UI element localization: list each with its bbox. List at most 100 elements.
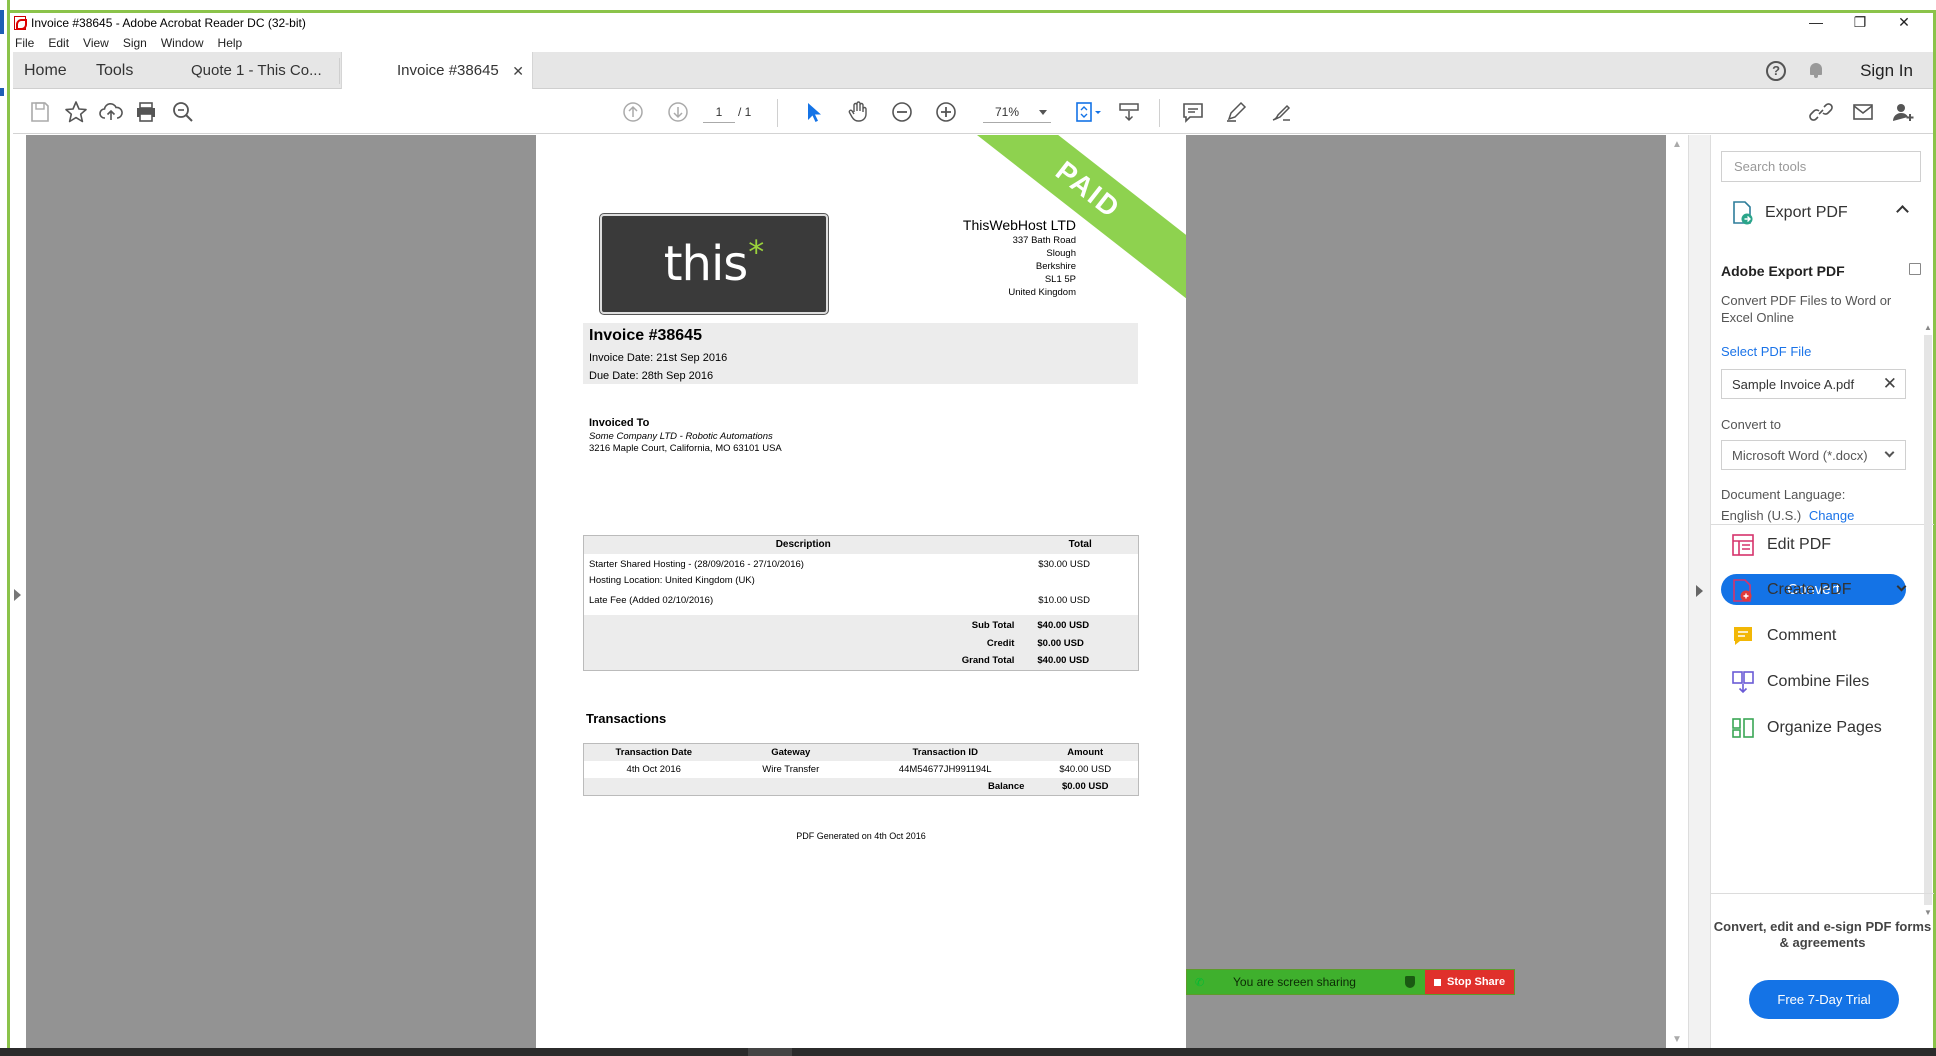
notification-bell-icon[interactable]	[1808, 62, 1824, 79]
invoice-title: Invoice #38645	[589, 327, 702, 344]
zoom-level-select[interactable]: 71%	[983, 101, 1051, 123]
free-trial-button[interactable]: Free 7-Day Trial	[1749, 980, 1899, 1019]
selected-file-field[interactable]: Sample Invoice A.pdf ✕	[1721, 369, 1906, 399]
sign-icon[interactable]	[1268, 100, 1294, 124]
menu-edit[interactable]: Edit	[48, 36, 69, 50]
organize-pages-icon	[1732, 718, 1754, 738]
chevron-down-icon	[1884, 447, 1895, 458]
upload-cloud-icon[interactable]	[98, 100, 124, 124]
right-pane-toggle[interactable]	[1688, 135, 1710, 1048]
page-number-input[interactable]: 1	[703, 101, 735, 123]
logo-star: *	[748, 233, 765, 271]
menu-help[interactable]: Help	[218, 36, 243, 50]
totals-block: Sub Total $40.00 USD Credit $0.00 USD Gr…	[584, 615, 1138, 670]
convert-to-select[interactable]: Microsoft Word (*.docx)	[1721, 440, 1906, 470]
table-row: Late Fee (Added 02/10/2016) $10.00 USD	[584, 593, 1138, 609]
chevron-down-icon[interactable]	[1896, 581, 1907, 592]
tab-separator	[339, 58, 340, 84]
chevron-up-icon[interactable]	[1896, 205, 1909, 218]
tab-invoice-document[interactable]: Invoice #38645 ✕	[341, 52, 533, 89]
sign-in-button[interactable]: Sign In	[1860, 61, 1913, 81]
highlight-pen-icon[interactable]	[1223, 100, 1249, 124]
scroll-down-icon[interactable]: ▼	[1671, 1034, 1683, 1045]
document-scrollbar[interactable]: ▲ ▼	[1666, 135, 1688, 1048]
hand-icon[interactable]	[845, 100, 871, 124]
invoiced-to-company: Some Company LTD - Robotic Automations	[589, 431, 773, 442]
grand-total-label: Grand Total	[961, 655, 1015, 666]
tool-edit-pdf[interactable]: Edit PDF	[1721, 530, 1921, 560]
panel-divider	[1711, 524, 1934, 525]
select-arrow-icon[interactable]	[800, 100, 826, 124]
save-icon[interactable]	[27, 100, 53, 124]
scroll-mode-icon[interactable]	[1116, 100, 1142, 124]
print-icon[interactable]	[133, 100, 159, 124]
page-total: / 1	[738, 105, 752, 119]
left-screen-edge	[0, 0, 10, 1056]
zoom-level-value: 71%	[995, 105, 1020, 119]
pdf-page: PAID this * ThisWebHost LTD 337 Bath Road…	[536, 135, 1186, 1048]
edge-marker	[0, 10, 4, 34]
company-name: ThisWebHost LTD	[962, 217, 1076, 233]
tab-quote-document[interactable]: Quote 1 - This Co...	[191, 52, 338, 89]
page-up-icon[interactable]	[620, 100, 646, 124]
search-tools-input[interactable]: Search tools	[1721, 151, 1921, 182]
table-row: Starter Shared Hosting - (28/09/2016 - 2…	[584, 557, 1138, 573]
total-header: Total	[1068, 539, 1092, 550]
email-icon[interactable]	[1850, 100, 1876, 124]
tool-comment[interactable]: Comment	[1721, 621, 1921, 651]
transaction-gateway: Wire Transfer	[762, 764, 820, 775]
tools-pane-scrollbar[interactable]: ▲ ▼	[1924, 323, 1932, 917]
transaction-date: 4th Oct 2016	[626, 764, 681, 775]
item-total	[1038, 573, 1138, 589]
close-tab-icon[interactable]: ✕	[512, 63, 524, 80]
collapse-right-pane-icon[interactable]	[1696, 585, 1703, 597]
menu-file[interactable]: File	[15, 36, 34, 50]
zoom-in-icon[interactable]	[933, 100, 959, 124]
menu-sign[interactable]: Sign	[123, 36, 147, 50]
document-background: PAID this * ThisWebHost LTD 337 Bath Road…	[26, 135, 1666, 1048]
transaction-date-header: Transaction Date	[615, 747, 693, 758]
copy-icon[interactable]	[1909, 263, 1921, 275]
scroll-up-icon[interactable]: ▲	[1671, 139, 1683, 150]
zoom-out-icon[interactable]	[889, 100, 915, 124]
combine-files-icon	[1732, 671, 1754, 694]
panel-divider	[1711, 893, 1934, 894]
scroll-up-icon[interactable]: ▲	[1923, 323, 1933, 332]
company-address: ThisWebHost LTD 337 Bath Road Slough Ber…	[963, 217, 1076, 299]
tab-tools[interactable]: Tools	[96, 52, 133, 89]
restore-icon[interactable]: ❐	[1851, 13, 1869, 31]
tool-comment-label: Comment	[1767, 627, 1837, 644]
menu-view[interactable]: View	[83, 36, 109, 50]
close-icon[interactable]: ✕	[1895, 13, 1913, 31]
change-language-link[interactable]: Change	[1809, 508, 1855, 523]
tabs-bar: Home Tools Quote 1 - This Co... Invoice …	[13, 52, 1933, 89]
scroll-down-icon[interactable]: ▼	[1923, 908, 1933, 917]
adobe-export-title: Adobe Export PDF	[1721, 263, 1921, 279]
document-language-value: English (U.S.)	[1721, 508, 1802, 523]
tool-combine-files[interactable]: Combine Files	[1721, 667, 1921, 697]
subtotal-row: Sub Total $40.00 USD	[584, 617, 1138, 635]
clear-file-icon[interactable]: ✕	[1883, 374, 1897, 394]
phone-icon: ✆	[1195, 976, 1205, 989]
left-pane-toggle[interactable]	[13, 135, 26, 1048]
stop-share-button[interactable]: Stop Share	[1425, 970, 1514, 994]
tool-create-pdf[interactable]: Create PDF	[1721, 575, 1921, 605]
export-pdf-header[interactable]: Export PDF	[1721, 197, 1921, 229]
tab-home[interactable]: Home	[24, 52, 67, 89]
expand-left-pane-icon[interactable]	[14, 589, 21, 601]
link-icon[interactable]	[1808, 100, 1834, 124]
tool-edit-pdf-label: Edit PDF	[1767, 536, 1832, 553]
minimize-icon[interactable]: —	[1807, 13, 1825, 31]
item-total: $30.00 USD	[1038, 559, 1090, 570]
add-user-icon[interactable]	[1890, 100, 1916, 124]
create-pdf-icon	[1733, 579, 1752, 602]
page-down-icon[interactable]	[665, 100, 691, 124]
search-zoom-icon[interactable]	[170, 100, 196, 124]
help-icon[interactable]: ?	[1766, 60, 1787, 81]
fit-page-icon[interactable]	[1071, 100, 1105, 124]
tool-organize-pages[interactable]: Organize Pages	[1721, 713, 1921, 743]
bookmark-star-icon[interactable]	[63, 100, 89, 124]
select-pdf-file-link[interactable]: Select PDF File	[1721, 344, 1921, 359]
comment-icon[interactable]	[1180, 100, 1206, 124]
menu-window[interactable]: Window	[161, 36, 204, 50]
